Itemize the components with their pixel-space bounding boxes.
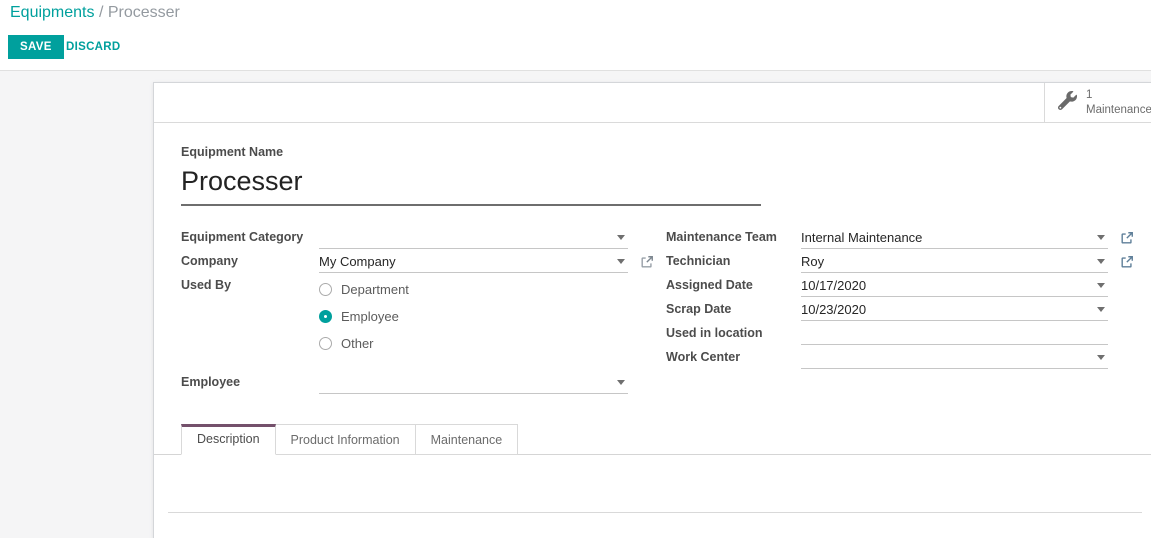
external-link-icon[interactable]	[1120, 231, 1134, 245]
radio-checked-icon[interactable]	[319, 310, 332, 323]
equipment-category-input[interactable]	[319, 228, 628, 249]
description-tab-content	[154, 512, 1151, 513]
dropdown-caret-icon[interactable]	[617, 259, 625, 264]
maintenance-stat-button[interactable]: 1 Maintenance	[1044, 83, 1151, 122]
field-technician: Technician Roy	[666, 249, 1133, 273]
field-used-in-location: Used in location	[666, 321, 1108, 345]
equipment-name-input[interactable]: Processer	[181, 166, 761, 206]
dropdown-caret-icon[interactable]	[1097, 355, 1105, 360]
wrench-icon	[1057, 90, 1077, 115]
form-body: Equipment Name Processer Equipment Categ…	[154, 123, 1151, 394]
employee-input[interactable]	[319, 373, 628, 394]
company-input[interactable]: My Company	[319, 252, 653, 273]
save-button[interactable]: SAVE	[8, 35, 64, 59]
field-work-center: Work Center	[666, 345, 1108, 369]
radio-option-other[interactable]: Other	[319, 330, 409, 357]
scrap-date-input[interactable]: 10/23/2020	[801, 300, 1108, 321]
dropdown-caret-icon[interactable]	[617, 380, 625, 385]
used-by-label: Used By	[181, 278, 232, 292]
dropdown-caret-icon[interactable]	[1097, 307, 1105, 312]
dropdown-caret-icon[interactable]	[617, 235, 625, 240]
control-panel: Equipments / Processer SAVE DISCARD	[0, 0, 1151, 71]
radio-unchecked-icon[interactable]	[319, 337, 332, 350]
maintenance-team-label: Maintenance Team	[666, 230, 777, 244]
breadcrumb-equipments-link[interactable]: Equipments	[10, 4, 95, 21]
technician-input[interactable]: Roy	[801, 252, 1133, 273]
field-maintenance-team: Maintenance Team Internal Maintenance	[666, 225, 1133, 249]
tab-product-information[interactable]: Product Information	[275, 424, 416, 455]
field-equipment-category: Equipment Category	[181, 225, 628, 249]
equipment-name-label: Equipment Name	[181, 145, 284, 159]
employee-label: Employee	[181, 375, 241, 389]
scrap-date-label: Scrap Date	[666, 302, 732, 316]
assigned-date-input[interactable]: 10/17/2020	[801, 276, 1108, 297]
radio-option-department[interactable]: Department	[319, 276, 409, 303]
form-sheet: 1 Maintenance Equipment Name Processer E…	[153, 82, 1151, 538]
stat-count: 1	[1086, 89, 1093, 102]
tab-content-divider	[168, 512, 1142, 513]
external-link-icon[interactable]	[1120, 255, 1134, 269]
breadcrumb: Equipments / Processer	[10, 4, 180, 22]
equipment-category-label: Equipment Category	[181, 230, 304, 244]
dropdown-caret-icon[interactable]	[1097, 283, 1105, 288]
maintenance-team-input[interactable]: Internal Maintenance	[801, 228, 1133, 249]
external-link-icon[interactable]	[640, 255, 654, 269]
dropdown-caret-icon[interactable]	[1097, 235, 1105, 240]
used-in-location-input[interactable]	[801, 324, 1108, 345]
technician-label: Technician	[666, 254, 731, 268]
field-column-left: Equipment Category Company My Company Us…	[181, 225, 653, 394]
work-center-label: Work Center	[666, 350, 741, 364]
field-employee: Employee	[181, 370, 628, 394]
content-area: 1 Maintenance Equipment Name Processer E…	[0, 71, 1151, 538]
notebook-tabbar: Description Product Information Maintena…	[154, 424, 1151, 455]
field-company: Company My Company	[181, 249, 653, 273]
company-label: Company	[181, 254, 238, 268]
used-in-location-label: Used in location	[666, 326, 763, 340]
assigned-date-label: Assigned Date	[666, 278, 753, 292]
dropdown-caret-icon[interactable]	[1097, 259, 1105, 264]
stat-button-text: 1 Maintenance	[1086, 88, 1151, 117]
used-by-radio-group: Department Employee Other	[319, 273, 409, 357]
tab-maintenance[interactable]: Maintenance	[415, 424, 519, 455]
radio-option-employee[interactable]: Employee	[319, 303, 409, 330]
field-assigned-date: Assigned Date 10/17/2020	[666, 273, 1108, 297]
field-grid: Equipment Category Company My Company Us…	[181, 225, 1151, 394]
sheet-header: 1 Maintenance	[154, 83, 1151, 123]
tab-description[interactable]: Description	[181, 424, 276, 455]
work-center-input[interactable]	[801, 348, 1108, 369]
field-column-right: Maintenance Team Internal Maintenance Te…	[666, 225, 1133, 394]
radio-unchecked-icon[interactable]	[319, 283, 332, 296]
breadcrumb-current-record: Processer	[107, 4, 180, 21]
breadcrumb-separator: /	[98, 4, 108, 21]
discard-button[interactable]: DISCARD	[58, 35, 129, 59]
field-scrap-date: Scrap Date 10/23/2020	[666, 297, 1108, 321]
stat-label: Maintenance	[1086, 103, 1151, 116]
field-used-by: Used By Department Employee Other	[181, 273, 628, 357]
